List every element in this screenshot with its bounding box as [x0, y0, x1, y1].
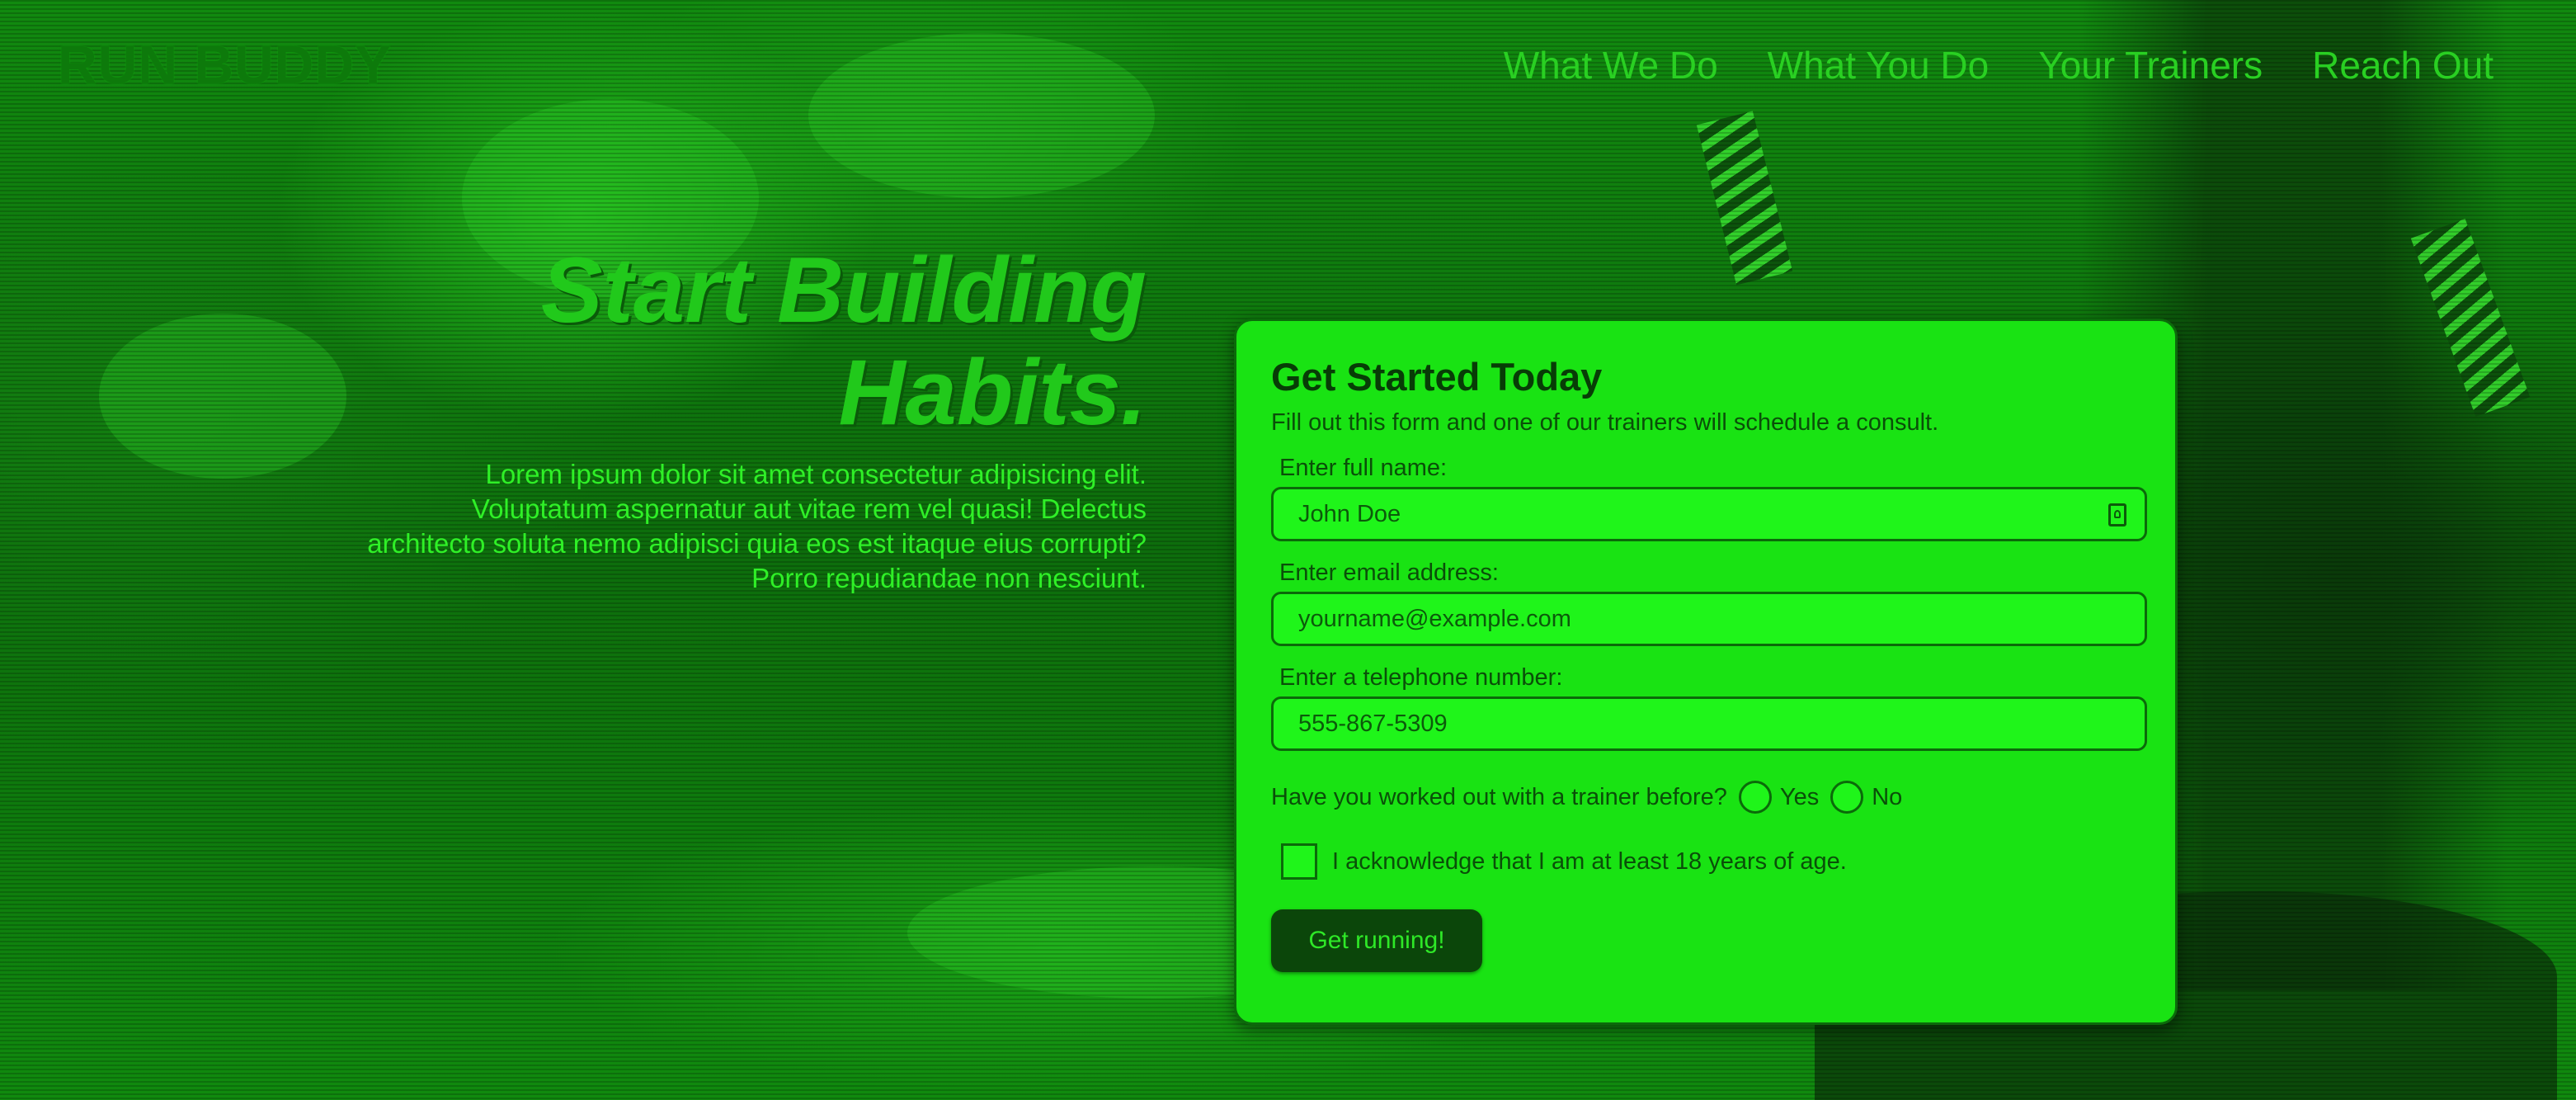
signup-form: Get Started Today Fill out this form and…: [1234, 319, 2178, 1025]
radio-no-label: No: [1872, 783, 1903, 810]
hero-text: Lorem ipsum dolor sit amet consectetur a…: [367, 459, 1147, 593]
brand-logo[interactable]: RUN BUDDY: [58, 33, 392, 96]
hero-section: Start Building Habits. Lorem ipsum dolor…: [346, 239, 1147, 596]
submit-button[interactable]: Get running!: [1271, 909, 1482, 972]
age-checkbox[interactable]: [1281, 843, 1317, 880]
name-placeholder: John Doe: [1298, 500, 1401, 527]
name-input[interactable]: John Doe: [1271, 487, 2147, 541]
nav-reach-out[interactable]: Reach Out: [2312, 43, 2494, 87]
form-title: Get Started Today: [1271, 355, 1603, 399]
trainer-question: Have you worked out with a trainer befor…: [1271, 783, 1727, 810]
age-ack-label: I acknowledge that I am at least 18 year…: [1332, 847, 1847, 875]
nav-your-trainers[interactable]: Your Trainers: [2038, 43, 2263, 87]
main-nav: What We Do What You Do Your Trainers Rea…: [1504, 43, 2494, 87]
form-subtitle: Fill out this form and one of our traine…: [1271, 409, 1939, 436]
nav-what-you-do[interactable]: What You Do: [1768, 43, 1990, 87]
trainer-question-row: Have you worked out with a trainer befor…: [1271, 781, 2140, 814]
radio-yes-label: Yes: [1779, 783, 1820, 810]
email-input[interactable]: yourname@example.com: [1271, 592, 2147, 646]
nav-what-we-do[interactable]: What We Do: [1504, 43, 1718, 87]
radio-no[interactable]: [1830, 781, 1864, 814]
contact-card-icon[interactable]: [2108, 503, 2126, 526]
phone-label: Enter a telephone number:: [1279, 664, 1563, 691]
age-ack-row: I acknowledge that I am at least 18 year…: [1281, 843, 2140, 880]
hero-title: Start Building Habits.: [540, 238, 1147, 444]
phone-placeholder: 555-867-5309: [1298, 710, 1448, 737]
radio-yes[interactable]: [1738, 781, 1772, 814]
phone-input[interactable]: 555-867-5309: [1271, 696, 2147, 751]
name-label: Enter full name:: [1279, 455, 1448, 481]
email-label: Enter email address:: [1279, 559, 1499, 586]
email-placeholder: yourname@example.com: [1298, 605, 1571, 632]
